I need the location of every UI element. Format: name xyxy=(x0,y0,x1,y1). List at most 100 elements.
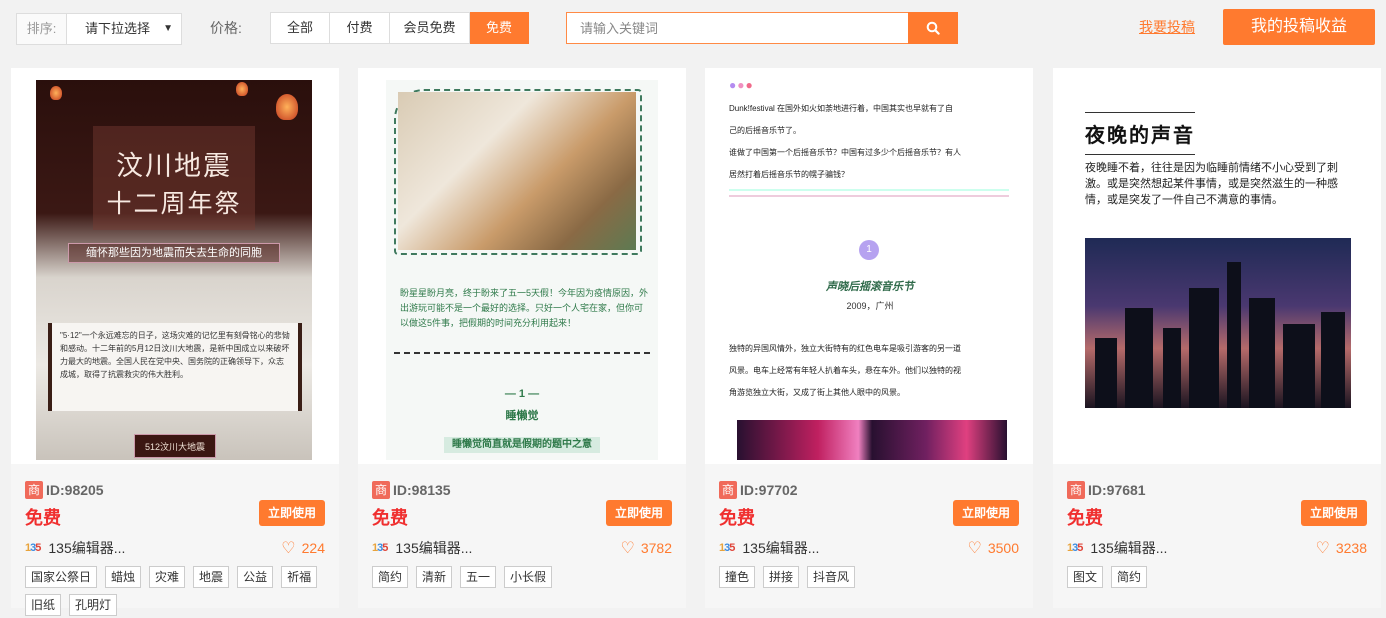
template-card[interactable]: 汶川地震 十二周年祭 缅怀那些因为地震而失去生命的同胞 "5·12"一个永远难忘… xyxy=(11,68,339,616)
caret-down-icon: ▼ xyxy=(163,23,173,34)
preview-number: — 1 — xyxy=(504,388,540,400)
card-tags: 国家公祭日 蜡烛 灾难 地震 公益 祈福 旧纸 孔明灯 xyxy=(25,566,325,616)
tag[interactable]: 旧纸 xyxy=(25,594,62,616)
tag[interactable]: 祈福 xyxy=(281,566,318,588)
preview-line: Dunk!festival 在国外如火如荼地进行着，中国其实也早就有了自 xyxy=(729,104,954,113)
author-logo-icon: 135 xyxy=(719,542,735,554)
author-name: 135编辑器... xyxy=(48,540,126,556)
preview-paragraph: 盼星星盼月亮，终于盼来了五一5天假！今年因为疫情原因，外出游玩可能不是一个最好的… xyxy=(400,288,649,328)
tag[interactable]: 灾难 xyxy=(149,566,186,588)
preview-title: 十二周年祭 xyxy=(106,189,242,218)
tag[interactable]: 简约 xyxy=(1111,566,1148,588)
use-now-button[interactable]: 立即使用 xyxy=(606,500,672,526)
tag[interactable]: 地震 xyxy=(193,566,230,588)
preview-subtitle: 缅怀那些因为地震而失去生命的同胞 xyxy=(68,243,280,263)
card-price: 免费 xyxy=(25,508,61,528)
card-info: 商 ID:98205 免费 立即使用 135 135编辑器... ♡ 224 国家公祭… xyxy=(11,464,339,616)
tag[interactable]: 拼接 xyxy=(763,566,800,588)
search-input[interactable] xyxy=(567,13,909,43)
tag[interactable]: 撞色 xyxy=(719,566,756,588)
commercial-badge: 商 xyxy=(719,481,737,499)
use-now-button[interactable]: 立即使用 xyxy=(1301,500,1367,526)
preview-title: 汶川地震 xyxy=(116,151,232,182)
card-author[interactable]: 135 135编辑器... xyxy=(25,538,125,558)
search-icon xyxy=(926,21,940,35)
heart-icon: ♡ xyxy=(967,540,982,557)
lantern-decoration xyxy=(236,82,248,96)
sort-dropdown[interactable]: 请下拉选择 ▼ xyxy=(66,13,182,45)
template-preview[interactable]: 汶川地震 十二周年祭 缅怀那些因为地震而失去生命的同胞 "5·12"一个永远难忘… xyxy=(11,68,339,464)
card-id-text: ID:98205 xyxy=(46,482,104,498)
tag[interactable]: 蜡烛 xyxy=(105,566,142,588)
author-name: 135编辑器... xyxy=(395,540,473,556)
card-id-text: ID:97681 xyxy=(1088,482,1146,498)
card-price: 免费 xyxy=(372,508,408,528)
tag[interactable]: 简约 xyxy=(372,566,409,588)
card-id: 商 ID:98135 xyxy=(372,481,451,499)
commercial-badge: 商 xyxy=(372,481,390,499)
earnings-button[interactable]: 我的投稿收益 xyxy=(1223,9,1375,45)
tag[interactable]: 公益 xyxy=(237,566,274,588)
template-preview[interactable]: 夜晚的声音 夜晚睡不着，往往是因为临睡前情绪不小心受到了刺激。或是突然想起某件事… xyxy=(1053,68,1381,464)
card-id: 商 ID:97702 xyxy=(719,481,798,499)
card-likes[interactable]: ♡ 3500 xyxy=(968,538,1020,558)
preview-line: 风景。电车上经常有年轻人扒着车头，悬在车外。他们以独特的视 xyxy=(729,366,961,375)
preview-image: 盼星星盼月亮，终于盼来了五一5天假！今年因为疫情原因，外出游玩可能不是一个最好的… xyxy=(386,80,658,460)
price-filter-member-free[interactable]: 会员免费 xyxy=(390,12,470,44)
card-likes[interactable]: ♡ 3782 xyxy=(621,538,673,558)
heart-icon: ♡ xyxy=(620,540,635,557)
divider xyxy=(729,189,1009,197)
card-price: 免费 xyxy=(1067,508,1103,528)
city-night-photo xyxy=(1085,238,1351,408)
building-shape xyxy=(1163,328,1181,408)
price-filter-paid[interactable]: 付费 xyxy=(330,12,390,44)
preview-line: 己的后摇音乐节了。 xyxy=(729,126,801,135)
preview-paragraph: 夜晚睡不着，往往是因为临睡前情绪不小心受到了刺激。或是突然想起某件事情，或是突然… xyxy=(1085,162,1338,206)
price-filter-free[interactable]: 免费 xyxy=(470,12,529,44)
price-filter-all[interactable]: 全部 xyxy=(270,12,330,44)
template-card[interactable]: 夜晚的声音 夜晚睡不着，往往是因为临睡前情绪不小心受到了刺激。或是突然想起某件事… xyxy=(1053,68,1381,608)
preview-footer: 512汶川大地震 xyxy=(134,434,216,458)
tag[interactable]: 五一 xyxy=(460,566,497,588)
tag[interactable]: 国家公祭日 xyxy=(25,566,98,588)
card-id: 商 ID:98205 xyxy=(25,481,104,499)
card-likes[interactable]: ♡ 3238 xyxy=(1316,538,1368,558)
template-preview[interactable]: 盼星星盼月亮，终于盼来了五一5天假！今年因为疫情原因，外出游玩可能不是一个最好的… xyxy=(358,68,686,464)
divider xyxy=(394,352,650,354)
preview-line: 独特的异国风情外，独立大街特有的红色电车是吸引游客的另一道 xyxy=(729,344,961,353)
use-now-button[interactable]: 立即使用 xyxy=(953,500,1019,526)
card-id-text: ID:97702 xyxy=(740,482,798,498)
commercial-badge: 商 xyxy=(25,481,43,499)
template-card[interactable]: 盼星星盼月亮，终于盼来了五一5天假！今年因为疫情原因，外出游玩可能不是一个最好的… xyxy=(358,68,686,608)
search-box xyxy=(566,12,958,44)
card-author[interactable]: 135 135编辑器... xyxy=(372,538,472,558)
price-label: 价格: xyxy=(210,20,242,36)
tag[interactable]: 抖音风 xyxy=(807,566,856,588)
dots-decoration: ●●● xyxy=(729,78,754,92)
tag[interactable]: 图文 xyxy=(1067,566,1104,588)
preview-year: 2009，广州 xyxy=(846,301,894,311)
tag[interactable]: 孔明灯 xyxy=(69,594,118,616)
template-card[interactable]: ●●● Dunk!festival 在国外如火如荼地进行着，中国其实也早就有了自… xyxy=(705,68,1033,608)
search-button[interactable] xyxy=(908,12,958,44)
commercial-badge: 商 xyxy=(1067,481,1085,499)
tag[interactable]: 清新 xyxy=(416,566,453,588)
tag[interactable]: 小长假 xyxy=(504,566,553,588)
building-shape xyxy=(1095,338,1117,408)
card-author[interactable]: 135 135编辑器... xyxy=(719,538,819,558)
submit-link[interactable]: 我要投稿 xyxy=(1139,17,1195,37)
use-now-button[interactable]: 立即使用 xyxy=(259,500,325,526)
heart-icon: ♡ xyxy=(1315,540,1330,557)
template-preview[interactable]: ●●● Dunk!festival 在国外如火如荼地进行着，中国其实也早就有了自… xyxy=(705,68,1033,464)
preview-line: 谁做了中国第一个后摇音乐节？中国有过多少个后摇音乐节？有人 xyxy=(729,148,961,157)
building-shape xyxy=(1249,298,1275,408)
card-tags: 撞色 拼接 抖音风 xyxy=(719,566,1019,588)
preview-image: 汶川地震 十二周年祭 缅怀那些因为地震而失去生命的同胞 "5·12"一个永远难忘… xyxy=(36,80,312,460)
likes-count: 3500 xyxy=(987,540,1019,556)
card-author[interactable]: 135 135编辑器... xyxy=(1067,538,1167,558)
card-likes[interactable]: ♡ 224 xyxy=(281,538,325,558)
preview-image: ●●● Dunk!festival 在国外如火如荼地进行着，中国其实也早就有了自… xyxy=(725,72,1015,460)
filter-bar: 排序: 请下拉选择 ▼ 价格: 全部 付费 会员免费 免费 我要投稿 我的投稿收… xyxy=(0,0,1386,58)
preview-image: 夜晚的声音 夜晚睡不着，往往是因为临睡前情绪不小心受到了刺激。或是突然想起某件事… xyxy=(1063,72,1373,460)
card-id: 商 ID:97681 xyxy=(1067,481,1146,499)
